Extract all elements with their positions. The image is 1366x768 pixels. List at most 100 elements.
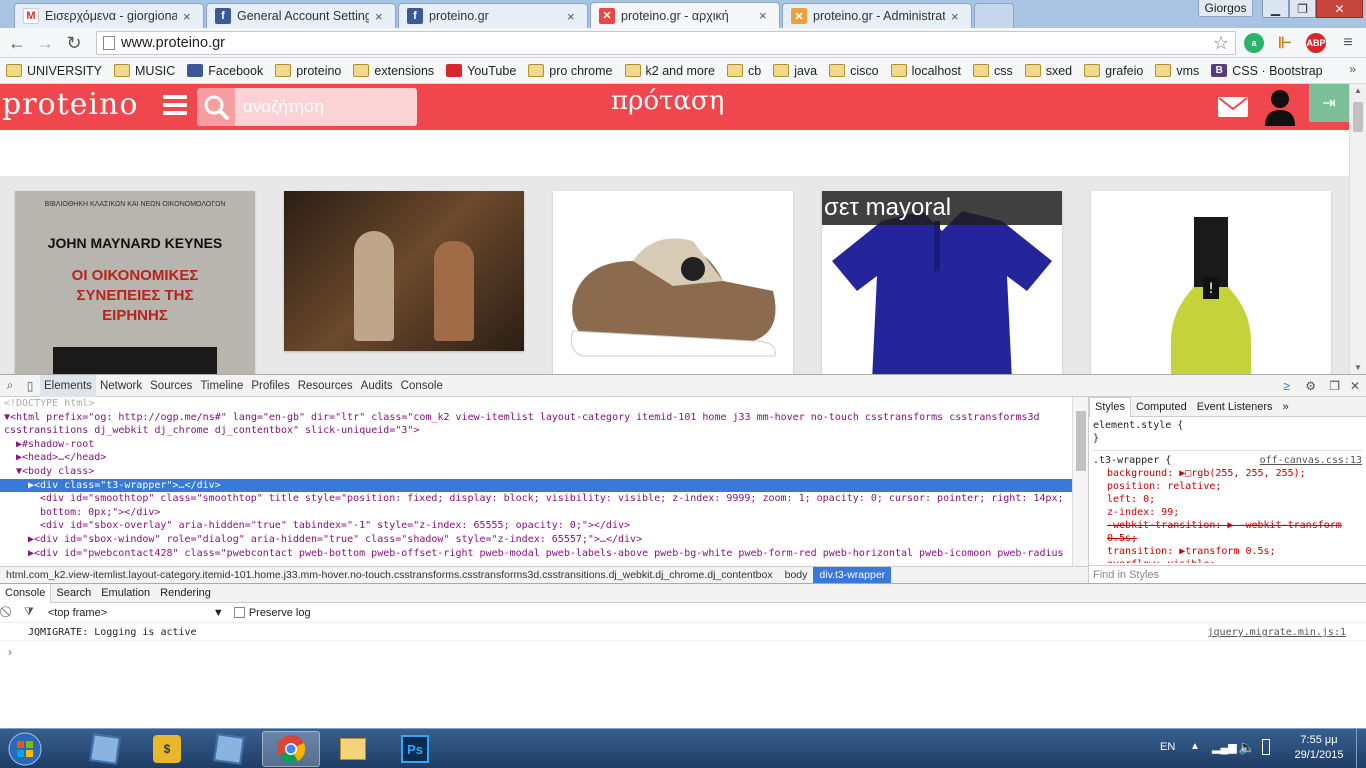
- tray-expand-icon[interactable]: ▲: [1190, 741, 1200, 752]
- product-card-sneaker[interactable]: [553, 191, 793, 374]
- adblock-plus-icon[interactable]: ABP: [1306, 33, 1326, 53]
- style-source-link[interactable]: off-canvas.css:13: [1260, 454, 1362, 467]
- address-bar[interactable]: www.proteino.gr ☆: [96, 31, 1236, 55]
- dom-node[interactable]: ▼<body class>: [0, 465, 1072, 479]
- tab-audits[interactable]: Audits: [357, 375, 397, 397]
- tab-timeline[interactable]: Timeline: [196, 375, 247, 397]
- minimize-button[interactable]: ▁: [1262, 0, 1289, 18]
- style-rule-line[interactable]: overflow: visible;: [1093, 558, 1362, 563]
- back-button[interactable]: ←: [6, 32, 28, 54]
- dom-node[interactable]: ▼<html prefix="og: http://ogp.me/ns#" la…: [0, 411, 1072, 425]
- volume-icon[interactable]: 🔈: [1238, 739, 1255, 756]
- network-icon[interactable]: ▂▄▆: [1212, 741, 1237, 754]
- profile-name[interactable]: Giorgos: [1198, 0, 1253, 17]
- bookmark-css[interactable]: css: [972, 64, 1013, 78]
- style-rule-line[interactable]: .t3-wrapper {off-canvas.css:13: [1093, 454, 1362, 467]
- search-input[interactable]: αναζήτηση: [235, 88, 417, 126]
- more-tabs-icon[interactable]: »: [1278, 401, 1294, 413]
- preserve-log-checkbox[interactable]: [233, 607, 245, 618]
- tab-computed[interactable]: Computed: [1131, 401, 1192, 413]
- dom-scrollbar[interactable]: [1072, 397, 1088, 573]
- app-icon[interactable]: $: [138, 731, 196, 767]
- frame-selector[interactable]: <top frame> ▼: [48, 607, 224, 619]
- battery-icon[interactable]: [1262, 739, 1270, 755]
- photoshop-icon[interactable]: Ps: [386, 731, 444, 767]
- start-button[interactable]: [0, 731, 50, 767]
- tab-styles[interactable]: Styles: [1089, 396, 1131, 417]
- console-prompt[interactable]: ›: [8, 645, 12, 659]
- close-icon[interactable]: ×: [567, 9, 579, 24]
- product-card-polo[interactable]: σετ mayoral: [822, 191, 1062, 374]
- close-window-button[interactable]: ✕: [1316, 0, 1363, 18]
- tab-sources[interactable]: Sources: [146, 375, 196, 397]
- style-rule-line[interactable]: }: [1093, 432, 1362, 445]
- tab-proteino[interactable]: f proteino.gr ×: [398, 3, 588, 28]
- breadcrumb-html[interactable]: html.com_k2.view-itemlist.layout-categor…: [0, 567, 779, 583]
- product-card-theatre[interactable]: [284, 191, 524, 351]
- bookmark-pro-chrome[interactable]: pro chrome: [528, 64, 613, 78]
- bookmark-grafeio[interactable]: grafeio: [1084, 64, 1143, 78]
- style-rule-line[interactable]: 0.5s;: [1093, 532, 1362, 545]
- hamburger-menu-icon[interactable]: [163, 95, 187, 117]
- tab-profiles[interactable]: Profiles: [247, 375, 293, 397]
- drawer-toggle-icon[interactable]: ≥: [1283, 379, 1290, 393]
- forward-button[interactable]: →: [34, 32, 56, 54]
- bookmark-star-icon[interactable]: ☆: [1213, 33, 1229, 54]
- virtualbox-icon[interactable]: [76, 731, 134, 767]
- extension-icon[interactable]: a: [1244, 33, 1264, 53]
- style-rule-line[interactable]: position: relative;: [1093, 480, 1362, 493]
- style-rule-line[interactable]: z-index: 99;: [1093, 506, 1362, 519]
- bookmark-css-bootstrap[interactable]: B CSS · Bootstrap: [1211, 64, 1323, 78]
- style-rule-line[interactable]: background: ▶□rgb(255, 255, 255);: [1093, 467, 1362, 480]
- dom-node[interactable]: ▶<head>…</head>: [0, 451, 1072, 465]
- dom-node[interactable]: <div id="sbox-overlay" aria-hidden="true…: [0, 519, 1072, 533]
- style-rule-line[interactable]: left: 0;: [1093, 493, 1362, 506]
- bookmark-youtube[interactable]: YouTube: [446, 64, 516, 78]
- extension-icon[interactable]: ⊩: [1275, 33, 1295, 53]
- folder-icon[interactable]: [324, 731, 382, 767]
- bookmark-localhost[interactable]: localhost: [890, 64, 961, 78]
- dock-icon[interactable]: ❐: [1329, 379, 1340, 393]
- find-in-styles-input[interactable]: Find in Styles: [1089, 565, 1366, 583]
- search-icon[interactable]: ⌕: [0, 378, 20, 393]
- product-card-book[interactable]: ΒΙΒΛΙΟΘΗΚΗ ΚΛΑΣΙΚΩΝ ΚΑΙ ΝΕΩΝ ΟΙΚΟΝΟΜΟΛΟΓ…: [15, 191, 255, 374]
- new-tab-button[interactable]: [974, 3, 1014, 28]
- dom-node[interactable]: ▶<div id="sbox-window" role="dialog" ari…: [0, 533, 1072, 547]
- bookmark-university[interactable]: UNIVERSITY: [6, 64, 102, 78]
- tab-event-listeners[interactable]: Event Listeners: [1192, 401, 1278, 413]
- console-source-link[interactable]: jquery.migrate.min.js:1: [1208, 627, 1346, 638]
- bookmark-cisco[interactable]: cisco: [829, 64, 879, 78]
- dom-node-selected[interactable]: ▶<div class="t3-wrapper">…</div>: [0, 478, 1072, 493]
- bookmark-music[interactable]: MUSIC: [114, 64, 175, 78]
- bookmarks-overflow-button[interactable]: »: [1349, 62, 1356, 76]
- tab-proteino-home[interactable]: ✕ proteino.gr - αρχική ×: [590, 2, 780, 28]
- mail-icon[interactable]: [1218, 97, 1248, 117]
- tab-general-account-settings[interactable]: f General Account Settings ×: [206, 3, 396, 28]
- bookmark-cb[interactable]: cb: [727, 64, 761, 78]
- bookmark-k2-and-more[interactable]: k2 and more: [624, 64, 715, 78]
- dom-node[interactable]: csstransitions dj_webkit dj_chrome dj_co…: [0, 424, 1072, 438]
- close-icon[interactable]: ×: [375, 9, 387, 24]
- bookmark-proteino[interactable]: proteino: [275, 64, 341, 78]
- clock[interactable]: 7:55 μμ 29/1/2015: [1289, 733, 1349, 763]
- virtualbox-icon[interactable]: [200, 731, 258, 767]
- bookmark-facebook[interactable]: Facebook: [187, 64, 263, 78]
- dom-node[interactable]: ▶#shadow-root: [0, 438, 1072, 452]
- style-rule-line[interactable]: transition: ▶transform 0.5s;: [1093, 545, 1362, 558]
- maximize-button[interactable]: ❐: [1289, 0, 1316, 18]
- dom-node[interactable]: <!DOCTYPE html>: [0, 397, 1072, 411]
- tab-gmail[interactable]: M Εισερχόμενα - giorgionasi ×: [14, 3, 204, 28]
- bookmark-extensions[interactable]: extensions: [353, 64, 434, 78]
- close-icon[interactable]: ×: [951, 9, 963, 24]
- dom-node[interactable]: <div id="smoothtop" class="smoothtop" ti…: [0, 492, 1072, 506]
- chrome-icon[interactable]: [262, 731, 320, 767]
- product-card-wine[interactable]: !: [1091, 191, 1331, 374]
- dom-node[interactable]: ▶<div id="pwebcontact428" class="pwebcon…: [0, 547, 1072, 561]
- tab-drawer-search[interactable]: Search: [51, 584, 96, 603]
- tab-drawer-console[interactable]: Console: [0, 583, 52, 603]
- tab-drawer-emulation[interactable]: Emulation: [96, 584, 155, 603]
- style-rule-line[interactable]: -webkit-transition: ▶ -webkit-transform: [1093, 519, 1362, 532]
- search-icon[interactable]: [197, 88, 235, 126]
- filter-icon[interactable]: ⧩: [24, 606, 34, 619]
- breadcrumb-selected[interactable]: div.t3-wrapper: [813, 567, 892, 583]
